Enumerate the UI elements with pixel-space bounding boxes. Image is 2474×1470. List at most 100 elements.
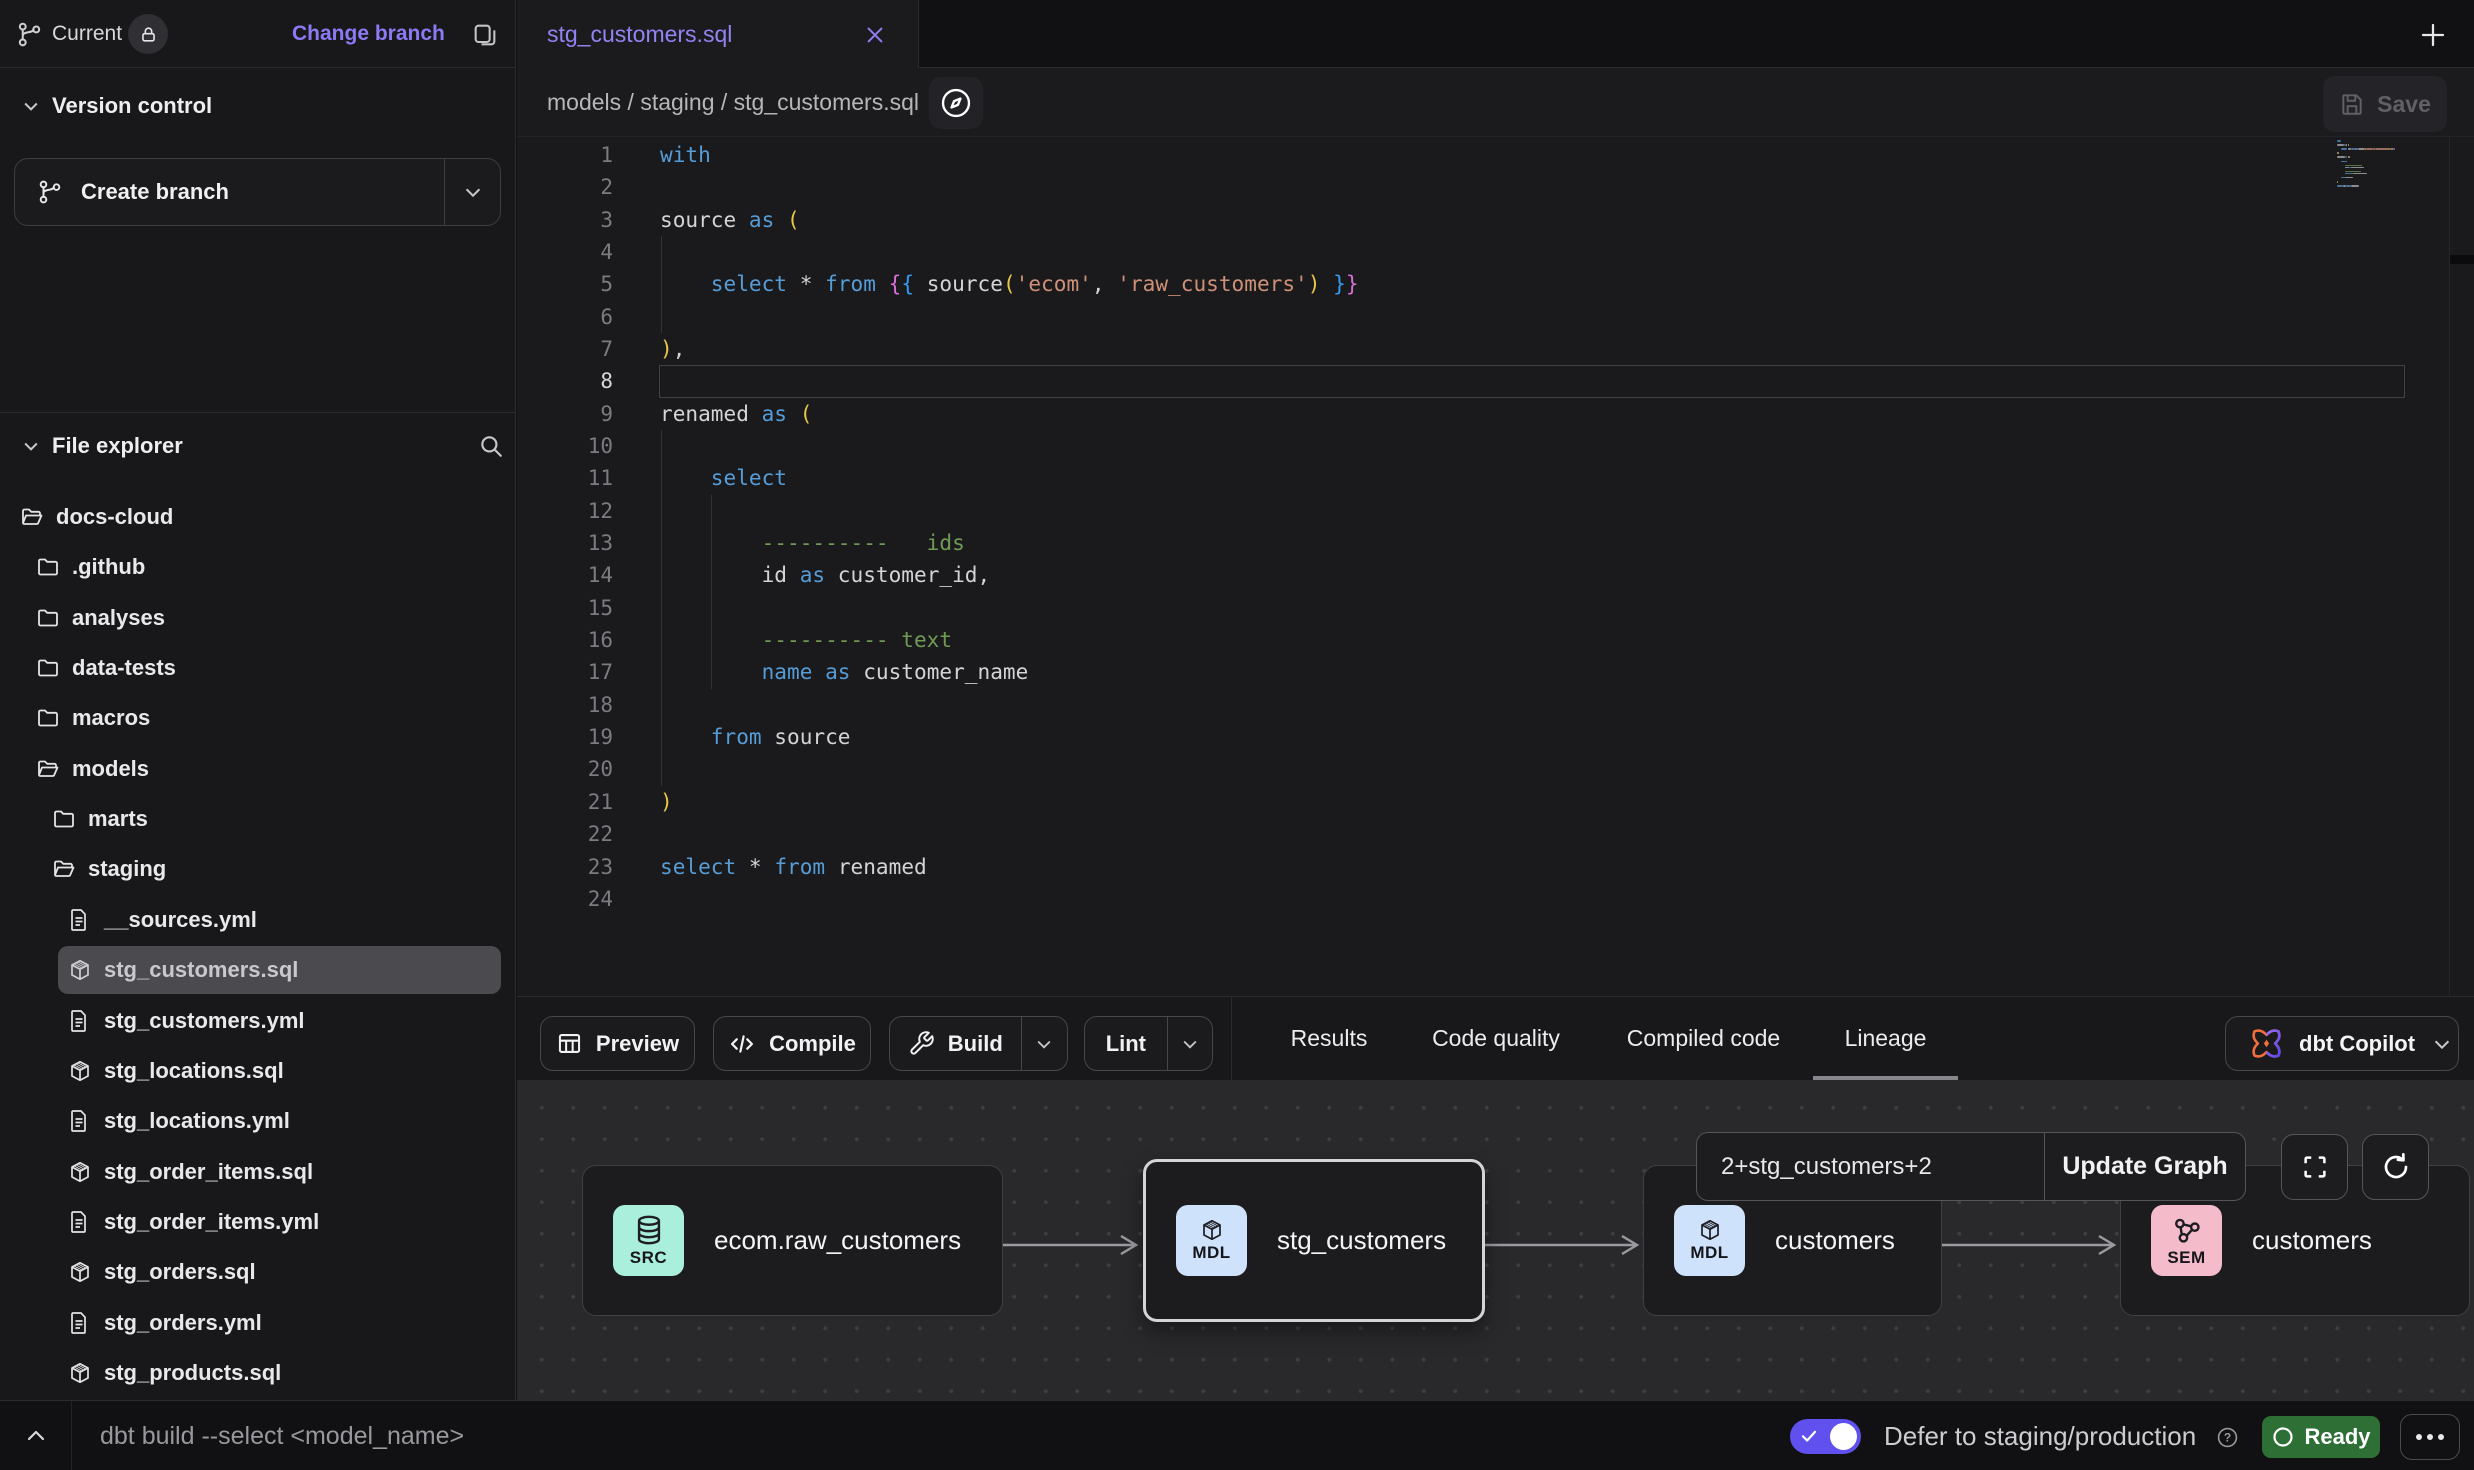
current-branch-label: Current [52,0,122,68]
save-button[interactable]: Save [2323,76,2447,132]
new-tab-button[interactable] [2415,17,2451,53]
change-branch-button[interactable]: Change branch [292,0,445,68]
file-tree-item-stg-order-items-sql[interactable]: stg_order_items.sql [0,1147,515,1197]
cube-icon [68,1160,92,1184]
scrollbar-marker[interactable] [2450,255,2474,264]
file-tree-item-data-tests[interactable]: data-tests [0,643,515,693]
file-tree-item-stg-customers-sql[interactable]: stg_customers.sql [0,945,515,995]
file-explorer-collapse-button[interactable] [16,422,46,470]
code-line-5: select * from {{ source('ecom', 'raw_cus… [660,268,1359,300]
create-branch-dropdown-button[interactable] [445,159,500,225]
file-tree-item-stg-products-sql[interactable]: stg_products.sql [0,1348,515,1398]
chevron-down-icon [462,181,484,203]
compile-label: Compile [769,1031,856,1057]
cube-icon [68,1260,92,1284]
file-tree-item-stg-customers-yml[interactable]: stg_customers.yml [0,996,515,1046]
collapse-panel-button[interactable] [0,1401,72,1470]
line-number: 4 [543,236,613,268]
create-branch-button[interactable]: Create branch [15,159,444,225]
toolbar-divider [1231,997,1232,1081]
lock-icon [139,25,158,44]
build-button[interactable]: Build [890,1017,1021,1070]
line-number: 21 [543,786,613,818]
command-input[interactable]: dbt build --select <model_name> [100,1401,464,1470]
line-number: 20 [543,753,613,785]
lineage-node-stg-customers[interactable]: MDLstg_customers [1143,1159,1485,1322]
file-tree-item--sources-yml[interactable]: __sources.yml [0,895,515,945]
defer-toggle[interactable] [1790,1419,1861,1454]
more-options-button[interactable] [2400,1414,2460,1460]
version-control-collapse-button[interactable] [16,82,46,130]
compile-button[interactable]: Compile [713,1016,871,1071]
code-editor[interactable]: 123456789101112131415161718192021222324 … [517,137,2474,996]
file-tree-item-stg-order-items-yml[interactable]: stg_order_items.yml [0,1197,515,1247]
breadcrumb: models / staging / stg_customers.sql [547,68,919,137]
line-number: 23 [543,851,613,883]
file-tree-item--github[interactable]: .github [0,542,515,592]
minimap[interactable] [2337,140,2407,200]
file-tree-item-macros[interactable]: macros [0,693,515,743]
node-label: ecom.raw_customers [714,1225,961,1256]
results-tab-lineage[interactable]: Lineage [1829,997,1942,1079]
build-dropdown-button[interactable] [1022,1017,1067,1070]
line-number: 5 [543,268,613,300]
lineage-node-ecom-raw-customers[interactable]: SRCecom.raw_customers [582,1165,1003,1316]
results-tab-code-quality[interactable]: Code quality [1410,997,1582,1079]
help-icon[interactable]: ? [2216,1426,2238,1448]
chevron-down-icon [1034,1034,1054,1054]
lineage-search-input[interactable]: 2+stg_customers+2 [1697,1133,2044,1200]
tab-close-button[interactable] [862,22,888,48]
tab-strip: stg_customers.sql [517,0,2474,68]
file-tree-item-analyses[interactable]: analyses [0,593,515,643]
file-tree-item-stg-orders-sql[interactable]: stg_orders.sql [0,1247,515,1297]
file-icon [68,1311,90,1335]
file-tree-item-models[interactable]: models [0,744,515,794]
file-explorer-title: File explorer [52,422,183,470]
copy-branch-button[interactable] [466,16,504,54]
node-label: customers [1775,1225,1895,1256]
results-tab-compiled-code[interactable]: Compiled code [1605,997,1802,1079]
line-number: 9 [543,398,613,430]
tab-stg-customers-sql[interactable]: stg_customers.sql [517,0,919,68]
line-number: 13 [543,527,613,559]
line-number: 16 [543,624,613,656]
file-tree-item-stg-orders-yml[interactable]: stg_orders.yml [0,1298,515,1348]
chevron-up-icon [24,1424,48,1448]
branch-locked-badge [128,14,168,54]
tree-item-label: macros [72,693,150,743]
results-tab-results[interactable]: Results [1266,997,1392,1079]
folder-open-icon [36,757,60,781]
update-graph-button[interactable]: Update Graph [2045,1133,2245,1200]
file-tree-item-stg-locations-sql[interactable]: stg_locations.sql [0,1046,515,1096]
breadcrumb-row: models / staging / stg_customers.sql Sav… [517,68,2474,137]
dbt-copilot-button[interactable]: dbt Copilot [2225,1016,2459,1071]
tree-item-label: models [72,744,149,794]
preview-button[interactable]: Preview [540,1016,695,1071]
cube-icon [1200,1218,1224,1242]
tree-item-label: marts [88,794,148,844]
version-control-header: Version control [0,82,515,130]
code-line-14: id as customer_id, [660,559,990,591]
file-tree-item-staging[interactable]: staging [0,844,515,894]
lint-dropdown-button[interactable] [1168,1017,1212,1070]
copilot-file-button[interactable] [929,77,983,129]
plus-icon [2418,20,2448,50]
current-line-highlight [659,365,2405,398]
lineage-panel[interactable]: SRCecom.raw_customersMDLstg_customersMDL… [517,1080,2474,1400]
save-icon [2339,91,2365,117]
branch-bar: Current Change branch [0,0,515,68]
file-tree-item-marts[interactable]: marts [0,794,515,844]
file-explorer-header: File explorer [0,422,515,470]
dbt-copilot-icon [2248,1025,2285,1062]
lineage-refresh-button[interactable] [2362,1134,2429,1200]
lint-button[interactable]: Lint [1085,1017,1167,1070]
ide-status-badge[interactable]: Ready [2262,1416,2380,1458]
line-number: 14 [543,559,613,591]
file-search-button[interactable] [470,422,512,470]
tree-item-label: stg_orders.yml [104,1298,262,1348]
lineage-fullscreen-button[interactable] [2281,1134,2348,1200]
code-line-13: ---------- ids [660,527,965,559]
editor-pane: stg_customers.sql models / staging / stg… [517,0,2474,1400]
file-tree-item-docs-cloud[interactable]: docs-cloud [0,492,515,542]
file-tree-item-stg-locations-yml[interactable]: stg_locations.yml [0,1096,515,1146]
